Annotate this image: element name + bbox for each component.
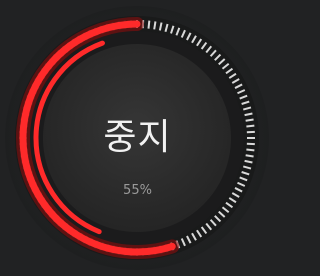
tick-mark <box>245 154 254 158</box>
progress-gauge-widget: 중지 55% <box>0 0 275 276</box>
tick-mark <box>246 148 255 152</box>
circular-gauge <box>5 6 269 270</box>
center-disc <box>43 44 231 232</box>
tick-mark <box>147 20 151 29</box>
tick-mark <box>246 124 255 128</box>
tick-mark <box>245 118 254 122</box>
tick-mark <box>153 21 157 30</box>
